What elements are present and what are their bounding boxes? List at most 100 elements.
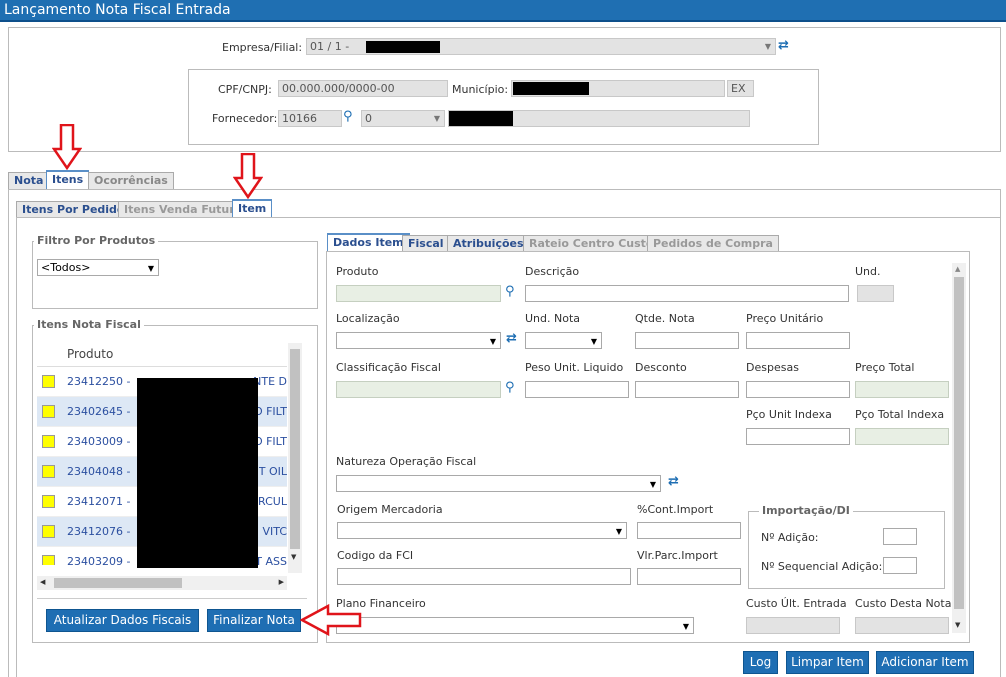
origem-select[interactable]: ▼ bbox=[337, 522, 627, 539]
n-sequencial-label: Nº Sequencial Adição: bbox=[761, 560, 883, 573]
preco-unitario-field[interactable] bbox=[746, 332, 850, 349]
row-tail: VITC bbox=[262, 525, 287, 538]
adicionar-item-button[interactable]: Adicionar Item bbox=[876, 651, 974, 674]
scroll-right-icon[interactable]: ▶ bbox=[279, 578, 284, 586]
hscroll-thumb[interactable] bbox=[54, 578, 182, 588]
classificacao-fiscal-field bbox=[336, 381, 501, 398]
tab-item[interactable]: Item bbox=[232, 199, 273, 218]
chevron-down-icon: ▼ bbox=[649, 480, 656, 489]
scroll-down-icon[interactable]: ▼ bbox=[291, 553, 296, 561]
tab-pedidos-de-compra[interactable]: Pedidos de Compra bbox=[647, 235, 779, 252]
divider bbox=[37, 598, 307, 599]
importacao-title: Importação/DI bbox=[759, 504, 853, 517]
n-sequencial-field[interactable] bbox=[883, 557, 917, 574]
pco-total-indexa-label: Pço Total Indexa bbox=[855, 408, 945, 421]
custo-desta-nota-field bbox=[855, 617, 949, 634]
chevron-down-icon: ▼ bbox=[147, 264, 154, 273]
fornecedor-select[interactable]: 0 ▼ bbox=[361, 110, 445, 127]
qtde-nota-label: Qtde. Nota bbox=[635, 312, 695, 325]
chevron-down-icon: ▼ bbox=[682, 622, 689, 631]
fornecedor-select-value: 0 bbox=[365, 112, 372, 125]
scroll-thumb[interactable] bbox=[290, 349, 300, 549]
tab-fiscal[interactable]: Fiscal bbox=[402, 235, 450, 252]
row-marker[interactable] bbox=[42, 465, 55, 478]
refresh-icon[interactable]: ⇄ bbox=[668, 474, 679, 489]
refresh-icon[interactable]: ⇄ bbox=[778, 38, 789, 53]
descricao-label: Descrição bbox=[525, 265, 580, 278]
cont-import-field[interactable] bbox=[637, 522, 741, 539]
und-nota-select[interactable]: ▼ bbox=[525, 332, 602, 349]
form-scrollbar[interactable]: ▲ ▼ bbox=[952, 263, 966, 633]
row-marker[interactable] bbox=[42, 525, 55, 538]
filtro-value: <Todos> bbox=[41, 261, 91, 274]
row-code: 23404048 - bbox=[67, 465, 131, 478]
plano-financeiro-select[interactable]: ▼ bbox=[336, 617, 694, 634]
tab-ocorrencias[interactable]: Ocorrências bbox=[88, 172, 174, 189]
search-icon[interactable]: ⚲ bbox=[505, 284, 515, 299]
chevron-down-icon: ▼ bbox=[489, 337, 496, 346]
peso-unit-field[interactable] bbox=[525, 381, 629, 398]
produto-label: Produto bbox=[336, 265, 379, 278]
red-arrow-down-icon bbox=[52, 124, 82, 170]
pco-unit-indexa-field[interactable] bbox=[746, 428, 850, 445]
descricao-field[interactable] bbox=[525, 285, 849, 302]
custo-ult-entrada-field bbox=[746, 617, 840, 634]
row-marker[interactable] bbox=[42, 375, 55, 388]
fornecedor-code[interactable]: 10166 bbox=[278, 110, 342, 127]
scroll-left-icon[interactable]: ◀ bbox=[40, 578, 45, 586]
tab-itens-por-pedido[interactable]: Itens Por Pedido bbox=[16, 201, 131, 218]
codigo-fci-field[interactable] bbox=[337, 568, 631, 585]
row-marker[interactable] bbox=[42, 495, 55, 508]
desconto-field[interactable] bbox=[635, 381, 739, 398]
log-button[interactable]: Log bbox=[743, 651, 778, 674]
atualizar-dados-fiscais-button[interactable]: Atualizar Dados Fiscais bbox=[46, 609, 199, 632]
scroll-down-icon[interactable]: ▼ bbox=[955, 621, 960, 629]
vertical-scrollbar[interactable]: ▼ bbox=[288, 343, 302, 573]
tab-dados-item[interactable]: Dados Item bbox=[327, 233, 410, 252]
form-scroll-thumb[interactable] bbox=[954, 277, 964, 609]
tab-rateio-centro-custo[interactable]: Rateio Centro Custo bbox=[523, 235, 660, 252]
filtro-select[interactable]: <Todos> ▼ bbox=[37, 259, 159, 276]
row-tail: O FILT bbox=[253, 405, 287, 418]
uf-field: EX bbox=[727, 80, 754, 97]
scroll-up-icon[interactable]: ▲ bbox=[955, 265, 960, 273]
finalizar-nota-button[interactable]: Finalizar Nota bbox=[207, 609, 301, 632]
row-marker[interactable] bbox=[42, 555, 55, 565]
search-icon[interactable]: ⚲ bbox=[343, 109, 353, 124]
refresh-icon[interactable]: ⇄ bbox=[506, 331, 517, 346]
limpar-item-button[interactable]: Limpar Item bbox=[786, 651, 869, 674]
empresa-value: 01 / 1 - bbox=[310, 40, 350, 53]
search-icon[interactable]: ⚲ bbox=[505, 380, 515, 395]
vlr-parc-import-label: Vlr.Parc.Import bbox=[637, 549, 718, 562]
row-marker[interactable] bbox=[42, 435, 55, 448]
despesas-field[interactable] bbox=[746, 381, 850, 398]
cont-import-label: %Cont.Import bbox=[637, 503, 714, 516]
qtde-nota-field[interactable] bbox=[635, 332, 739, 349]
tab-itens-venda-futura[interactable]: Itens Venda Futura bbox=[118, 201, 249, 218]
natureza-label: Natureza Operação Fiscal bbox=[336, 455, 477, 468]
natureza-select[interactable]: ▼ bbox=[336, 475, 661, 492]
desconto-label: Desconto bbox=[635, 361, 687, 374]
municipio-label: Município: bbox=[452, 83, 509, 96]
row-code: 23412076 - bbox=[67, 525, 131, 538]
pco-total-indexa-field bbox=[855, 428, 949, 445]
red-arrow-down-icon bbox=[233, 153, 263, 199]
fornecedor-label: Fornecedor: bbox=[212, 112, 278, 125]
row-code: 23402645 - bbox=[67, 405, 131, 418]
und-field bbox=[857, 285, 894, 302]
empresa-label: Empresa/Filial: bbox=[222, 41, 303, 54]
localizacao-select[interactable]: ▼ bbox=[336, 332, 501, 349]
redacted-block bbox=[449, 111, 513, 126]
localizacao-label: Localização bbox=[336, 312, 400, 325]
row-tail: O FILT bbox=[253, 435, 287, 448]
tab-nota[interactable]: Nota bbox=[8, 172, 50, 189]
redacted-block bbox=[137, 378, 258, 568]
vlr-parc-import-field[interactable] bbox=[637, 568, 741, 585]
row-marker[interactable] bbox=[42, 405, 55, 418]
importacao-group bbox=[748, 511, 945, 589]
horizontal-scrollbar[interactable]: ◀ ▶ bbox=[37, 576, 287, 590]
row-tail: RCUL bbox=[258, 495, 287, 508]
tab-atribuicoes[interactable]: Atribuições bbox=[447, 235, 530, 252]
n-adicao-field[interactable] bbox=[883, 528, 917, 545]
tab-itens[interactable]: Itens bbox=[46, 170, 90, 189]
